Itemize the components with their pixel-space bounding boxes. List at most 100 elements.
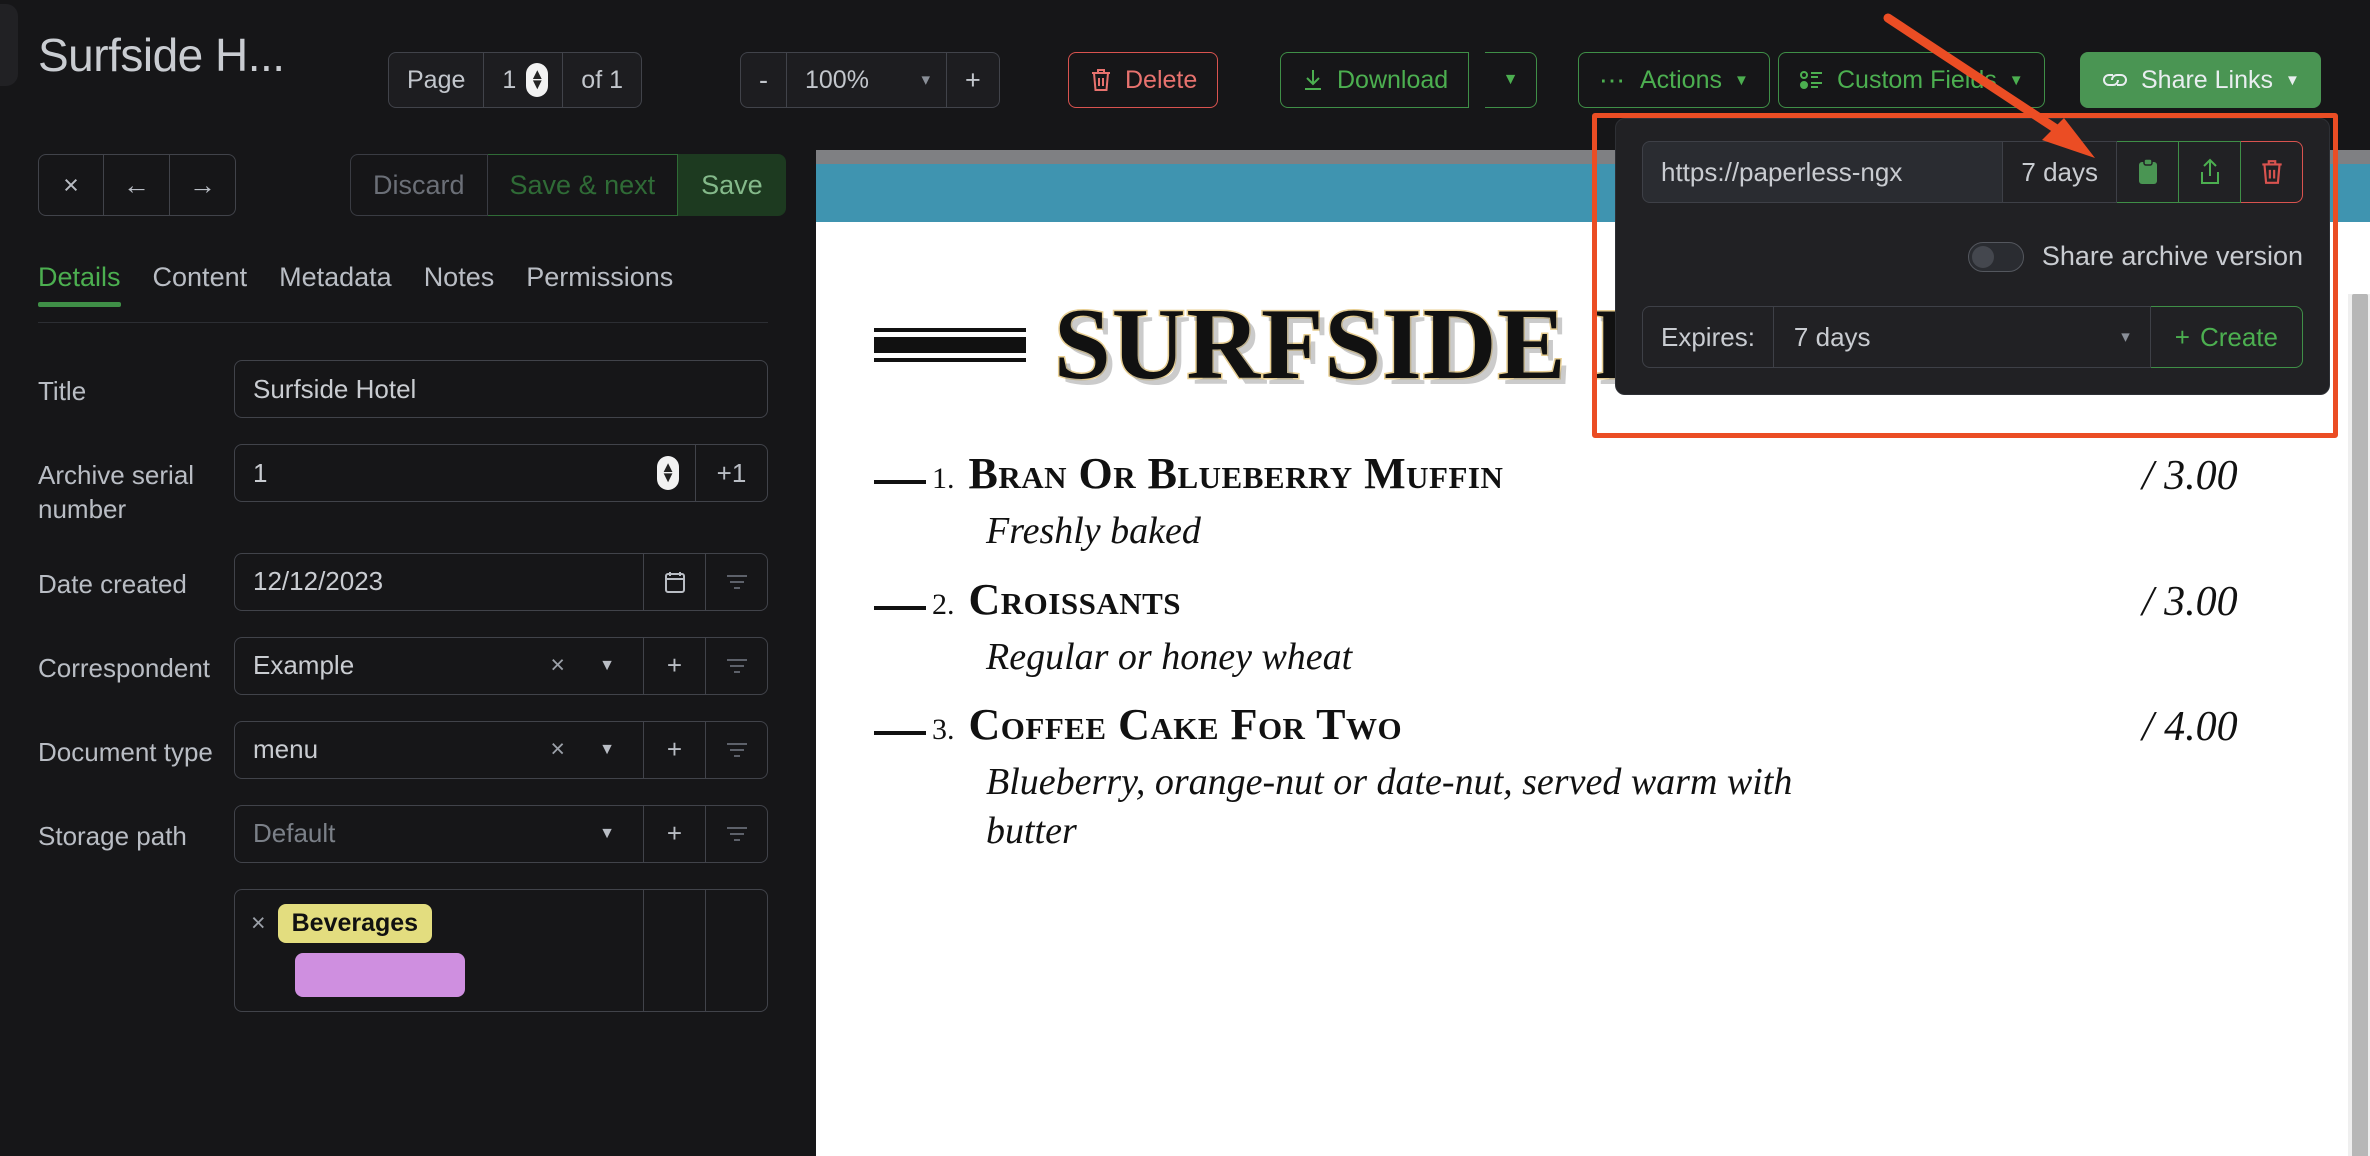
remove-tag-icon[interactable]: × xyxy=(251,909,266,938)
discard-button[interactable]: Discard xyxy=(350,154,488,216)
menu-item-price: / 4.00 xyxy=(2142,704,2238,751)
storage-path-suggestions-icon[interactable] xyxy=(706,804,768,863)
date-created-input[interactable]: 12/12/2023 xyxy=(234,552,644,611)
tag-suggestions-icon[interactable] xyxy=(706,888,768,1012)
menu-item: 1. Bran or Blueberry Muffin Freshly baked… xyxy=(874,448,2316,556)
chevron-down-icon: ▼ xyxy=(1733,71,1749,89)
tag-chip[interactable]: × Beverages xyxy=(251,903,433,943)
correspondent-select[interactable]: Example × ▼ xyxy=(234,636,644,695)
tab-divider xyxy=(38,322,768,323)
delete-share-link-button[interactable] xyxy=(2241,141,2303,203)
field-row-document-type: Document type menu × ▼ + xyxy=(38,720,768,779)
document-type-suggestions-icon[interactable] xyxy=(706,720,768,779)
date-created-value: 12/12/2023 xyxy=(253,566,384,597)
next-document-button[interactable]: → xyxy=(170,154,236,216)
tab-permissions[interactable]: Permissions xyxy=(510,262,689,307)
ellipsis-icon: ⋯ xyxy=(1599,64,1628,95)
zoom-level-select[interactable]: 100% ▾ xyxy=(787,52,947,108)
storage-path-value: Default xyxy=(253,818,336,849)
expires-value: 7 days xyxy=(1793,321,1871,352)
share-archive-toggle[interactable] xyxy=(1967,241,2024,272)
field-row-title: Title Surfside Hotel xyxy=(38,360,768,418)
tab-content[interactable]: Content xyxy=(137,262,264,307)
create-share-link-button[interactable]: + Create xyxy=(2150,306,2303,368)
date-suggestions-icon[interactable] xyxy=(706,552,768,611)
clear-icon[interactable]: × xyxy=(550,651,565,680)
title-label: Title xyxy=(38,376,87,406)
zoom-out-button[interactable]: - xyxy=(740,52,787,108)
add-document-type-button[interactable]: + xyxy=(644,720,706,779)
correspondent-suggestions-icon[interactable] xyxy=(706,636,768,695)
page-total-label: of 1 xyxy=(563,52,642,108)
zoom-control-group: - 100% ▾ + xyxy=(740,52,1000,108)
menu-item-number: 1. xyxy=(932,462,955,495)
order-blank xyxy=(874,605,926,610)
asn-input[interactable]: 1 ▲ ▼ xyxy=(234,444,696,502)
correspondent-value: Example xyxy=(253,650,355,681)
share-link-expiry: 7 days xyxy=(2003,141,2117,203)
previous-document-button[interactable]: ← xyxy=(104,154,170,216)
clear-icon[interactable]: × xyxy=(550,735,565,764)
preview-page-body: SURFSIDE HOTEL 1. Bran or Blueberry Muffi… xyxy=(816,292,2370,1156)
asn-increment-button[interactable]: +1 xyxy=(696,444,768,502)
field-row-correspondent: Correspondent Example × ▼ + xyxy=(38,636,768,695)
page-number-input[interactable]: 1 ▲ ▼ xyxy=(484,52,564,108)
add-storage-path-button[interactable]: + xyxy=(644,804,706,863)
share-link-button[interactable] xyxy=(2179,141,2241,203)
share-icon xyxy=(2197,157,2223,187)
document-nav-group: × ← → xyxy=(38,154,236,216)
tag-label xyxy=(295,952,465,997)
trash-icon xyxy=(1089,67,1113,93)
page-navigation-group: Page 1 ▲ ▼ of 1 xyxy=(388,52,642,108)
add-correspondent-button[interactable]: + xyxy=(644,636,706,695)
storage-path-label: Storage path xyxy=(38,820,187,851)
menu-item-number: 2. xyxy=(932,587,955,621)
save-and-next-button[interactable]: Save & next xyxy=(487,154,679,216)
save-button[interactable]: Save xyxy=(678,154,786,216)
tag-label: Beverages xyxy=(277,903,433,943)
decorative-rules xyxy=(874,328,1026,362)
download-dropdown-toggle[interactable]: ▼ xyxy=(1485,52,1537,108)
delete-button[interactable]: Delete xyxy=(1068,52,1219,108)
tags-input[interactable]: × Beverages xyxy=(234,888,644,1012)
document-type-label: Document type xyxy=(38,736,213,767)
tags-label xyxy=(38,889,234,903)
page-stepper-icon[interactable]: ▲ ▼ xyxy=(526,63,549,97)
page-label: Page xyxy=(388,52,485,108)
custom-fields-button[interactable]: Custom Fields ▼ xyxy=(1778,52,2045,108)
expires-select[interactable]: 7 days ▾ xyxy=(1773,306,2151,368)
chevron-down-icon: ▼ xyxy=(599,740,615,758)
document-details-form: Title Surfside Hotel Archive serial numb… xyxy=(38,360,768,1038)
chevron-down-icon: ▼ xyxy=(599,824,615,842)
detail-tabs: Details Content Metadata Notes Permissio… xyxy=(38,262,689,307)
storage-path-select[interactable]: Default ▼ xyxy=(234,804,644,863)
tab-details[interactable]: Details xyxy=(38,262,137,307)
sidebar-collapsed-nub[interactable] xyxy=(0,4,18,86)
actions-label: Actions xyxy=(1640,65,1722,94)
share-links-button[interactable]: Share Links ▼ xyxy=(2080,52,2321,108)
preview-scrollbar-thumb[interactable] xyxy=(2352,294,2368,1156)
asn-stepper-icon[interactable]: ▲ ▼ xyxy=(657,456,679,490)
plus-icon: + xyxy=(2174,321,2190,352)
asn-label: Archive serial number xyxy=(38,460,195,525)
menu-item-name: Coffee Cake for Two xyxy=(968,700,1403,750)
document-type-select[interactable]: menu × ▼ xyxy=(234,720,644,779)
menu-item-name: Croissants xyxy=(968,574,1182,624)
add-tag-button[interactable] xyxy=(644,888,706,1012)
calendar-icon[interactable] xyxy=(644,552,706,611)
document-detail-page: Surfside H... Page 1 ▲ ▼ of 1 - 100% ▾ + … xyxy=(0,0,2370,1156)
zoom-level-value: 100% xyxy=(805,65,869,94)
actions-button[interactable]: ⋯ Actions ▼ xyxy=(1578,52,1770,108)
tag-chip[interactable] xyxy=(295,952,465,997)
copy-link-button[interactable] xyxy=(2117,141,2179,203)
title-input[interactable]: Surfside Hotel xyxy=(234,360,768,418)
download-button[interactable]: Download xyxy=(1280,52,1470,108)
zoom-in-button[interactable]: + xyxy=(947,52,1000,108)
tab-metadata[interactable]: Metadata xyxy=(263,262,408,307)
share-link-url[interactable]: https://paperless-ngx xyxy=(1642,141,2004,203)
tab-notes[interactable]: Notes xyxy=(408,262,511,307)
preview-scrollbar[interactable] xyxy=(2348,294,2370,1156)
menu-item: 3. Coffee Cake for Two Blueberry, orange-… xyxy=(874,699,2316,855)
save-group: Discard Save & next Save xyxy=(350,154,786,216)
close-button[interactable]: × xyxy=(38,154,104,216)
